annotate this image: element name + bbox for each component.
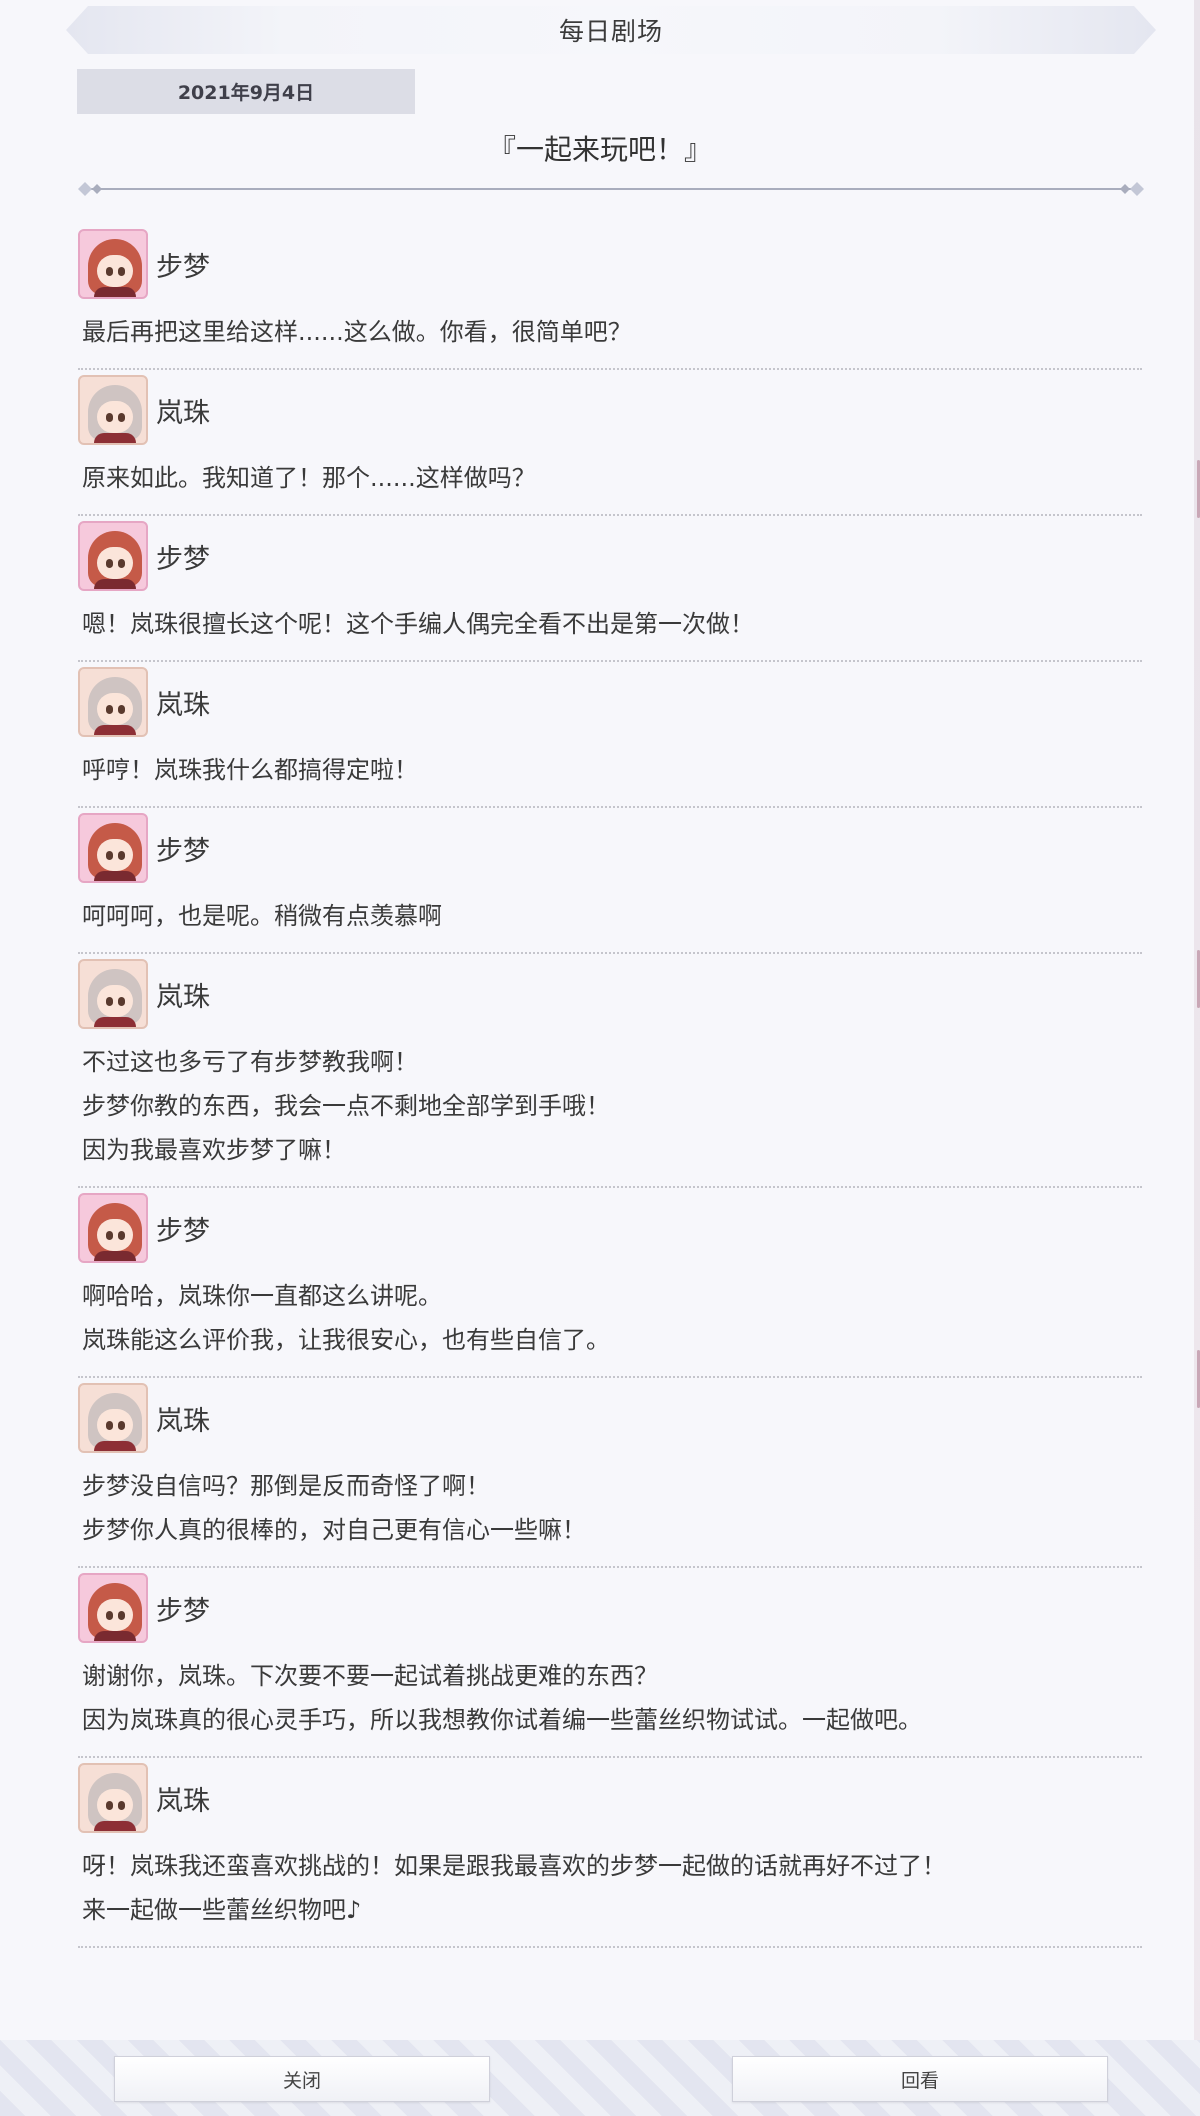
date-badge: 2021年9月4日 <box>77 69 415 114</box>
ayumu-avatar <box>78 521 148 591</box>
dialogue-line: 原来如此。我知道了！那个......这样做吗？ <box>82 464 536 492</box>
speaker-name: 步梦 <box>156 251 210 283</box>
speaker-row: 岚珠 <box>78 954 1142 1032</box>
dialogue-entry: 步梦最后再把这里给这样......这么做。你看，很简单吧？ <box>78 224 1142 370</box>
speaker-row: 岚珠 <box>78 1378 1142 1456</box>
dialogue-line: 步梦你教的东西，我会一点不剩地全部学到手哦！ <box>82 1092 610 1120</box>
speaker-row: 岚珠 <box>78 662 1142 740</box>
lanzhu-avatar <box>78 1383 148 1453</box>
dialogue-entry: 步梦啊哈哈，岚珠你一直都这么讲呢。岚珠能这么评价我，让我很安心，也有些自信了。 <box>78 1188 1142 1378</box>
dialogue-list[interactable]: 步梦 最后再把这里给这样......这么做。你看，很简单吧？ 岚珠 原来如此。我知道了… <box>78 224 1142 1948</box>
dialogue-line: 呀！岚珠我还蛮喜欢挑战的！如果是跟我最喜欢的步梦一起做的话就再好不过了！ <box>82 1852 946 1880</box>
speaker-name: 岚珠 <box>156 1785 210 1817</box>
dialogue-line: 因为我最喜欢步梦了嘛！ <box>82 1136 346 1164</box>
right-edge-decoration <box>1194 0 1200 2116</box>
speaker-row: 岚珠 <box>78 370 1142 448</box>
speaker-name: 岚珠 <box>156 1405 210 1437</box>
speaker-name: 步梦 <box>156 1215 210 1247</box>
dialogue-lines: 不过这也多亏了有步梦教我啊！ 步梦你教的东西，我会一点不剩地全部学到手哦！ 因为我最… <box>78 1032 1142 1186</box>
title-bar: 每日剧场 <box>66 6 1156 54</box>
dialogue-line: 嗯！岚珠很擅长这个呢！这个手编人偶完全看不出是第一次做！ <box>82 610 754 638</box>
lanzhu-avatar <box>78 1763 148 1833</box>
speaker-row: 步梦 <box>78 1568 1142 1646</box>
speaker-row: 步梦 <box>78 516 1142 594</box>
episode-title: 『一起来玩吧！』 <box>487 133 712 166</box>
dialogue-line: 啊哈哈，岚珠你一直都这么讲呢。 <box>82 1282 442 1310</box>
dialogue-lines: 最后再把这里给这样......这么做。你看，很简单吧？ <box>78 302 1142 368</box>
dialogue-entry: 步梦嗯！岚珠很擅长这个呢！这个手编人偶完全看不出是第一次做！ <box>78 516 1142 662</box>
dialogue-line: 不过这也多亏了有步梦教我啊！ <box>82 1048 418 1076</box>
dialogue-line: 最后再把这里给这样......这么做。你看，很简单吧？ <box>82 318 632 346</box>
speaker-name: 岚珠 <box>156 981 210 1013</box>
lanzhu-avatar <box>78 375 148 445</box>
replay-button[interactable]: 回看 <box>732 2056 1108 2102</box>
dialogue-line: 岚珠能这么评价我，让我很安心，也有些自信了。 <box>82 1326 610 1354</box>
speaker-row: 步梦 <box>78 808 1142 886</box>
dialogue-line: 谢谢你，岚珠。下次要不要一起试着挑战更难的东西？ <box>82 1662 658 1690</box>
lanzhu-avatar <box>78 667 148 737</box>
dialogue-lines: 呼哼！岚珠我什么都搞得定啦！ <box>78 740 1142 806</box>
ayumu-avatar <box>78 229 148 299</box>
dialogue-entry: 岚珠原来如此。我知道了！那个......这样做吗？ <box>78 370 1142 516</box>
lanzhu-avatar <box>78 959 148 1029</box>
dialogue-entry: 岚珠呼哼！岚珠我什么都搞得定啦！ <box>78 662 1142 808</box>
dialogue-line: 步梦没自信吗？那倒是反而奇怪了啊！ <box>82 1472 490 1500</box>
dialogue-entry: 岚珠不过这也多亏了有步梦教我啊！ 步梦你教的东西，我会一点不剩地全部学到手哦！ 因为… <box>78 954 1142 1188</box>
page-title: 每日剧场 <box>558 17 663 46</box>
dialogue-entry: 岚珠步梦没自信吗？那倒是反而奇怪了啊！ 步梦你人真的很棒的，对自己更有信心一些嘛！ <box>78 1378 1142 1568</box>
dialogue-lines: 原来如此。我知道了！那个......这样做吗？ <box>78 448 1142 514</box>
dialogue-entry: 步梦呵呵呵，也是呢。稍微有点羡慕啊 <box>78 808 1142 954</box>
dialogue-line: 来一起做一些蕾丝织物吧♪ <box>82 1896 362 1924</box>
ayumu-avatar <box>78 813 148 883</box>
dialogue-lines: 步梦没自信吗？那倒是反而奇怪了啊！ 步梦你人真的很棒的，对自己更有信心一些嘛！ <box>78 1456 1142 1566</box>
title-divider <box>78 182 1144 196</box>
dialogue-lines: 呵呵呵，也是呢。稍微有点羡慕啊 <box>78 886 1142 952</box>
speaker-name: 步梦 <box>156 835 210 867</box>
speaker-name: 步梦 <box>156 543 210 575</box>
dialogue-entry: 步梦谢谢你，岚珠。下次要不要一起试着挑战更难的东西？ 因为岚珠真的很心灵手巧，所以… <box>78 1568 1142 1758</box>
dialogue-line: 因为岚珠真的很心灵手巧，所以我想教你试着编一些蕾丝织物试试。一起做吧。 <box>82 1706 922 1734</box>
speaker-name: 岚珠 <box>156 397 210 429</box>
speaker-name: 步梦 <box>156 1595 210 1627</box>
dialogue-lines: 呀！岚珠我还蛮喜欢挑战的！如果是跟我最喜欢的步梦一起做的话就再好不过了！ 来一起做… <box>78 1836 1142 1946</box>
ayumu-avatar <box>78 1193 148 1263</box>
ayumu-avatar <box>78 1573 148 1643</box>
speaker-row: 步梦 <box>78 1188 1142 1266</box>
speaker-row: 步梦 <box>78 224 1142 302</box>
dialogue-line: 步梦你人真的很棒的，对自己更有信心一些嘛！ <box>82 1516 586 1544</box>
dialogue-entry: 岚珠呀！岚珠我还蛮喜欢挑战的！如果是跟我最喜欢的步梦一起做的话就再好不过了！ 来一… <box>78 1758 1142 1948</box>
footer-bar: 关闭 回看 <box>0 2040 1200 2116</box>
speaker-row: 岚珠 <box>78 1758 1142 1836</box>
dialogue-lines: 谢谢你，岚珠。下次要不要一起试着挑战更难的东西？ 因为岚珠真的很心灵手巧，所以我想… <box>78 1646 1142 1756</box>
dialogue-lines: 啊哈哈，岚珠你一直都这么讲呢。岚珠能这么评价我，让我很安心，也有些自信了。 <box>78 1266 1142 1376</box>
close-button[interactable]: 关闭 <box>114 2056 490 2102</box>
dialogue-lines: 嗯！岚珠很擅长这个呢！这个手编人偶完全看不出是第一次做！ <box>78 594 1142 660</box>
dialogue-line: 呼哼！岚珠我什么都搞得定啦！ <box>82 756 418 784</box>
dialogue-line: 呵呵呵，也是呢。稍微有点羡慕啊 <box>82 902 442 930</box>
speaker-name: 岚珠 <box>156 689 210 721</box>
